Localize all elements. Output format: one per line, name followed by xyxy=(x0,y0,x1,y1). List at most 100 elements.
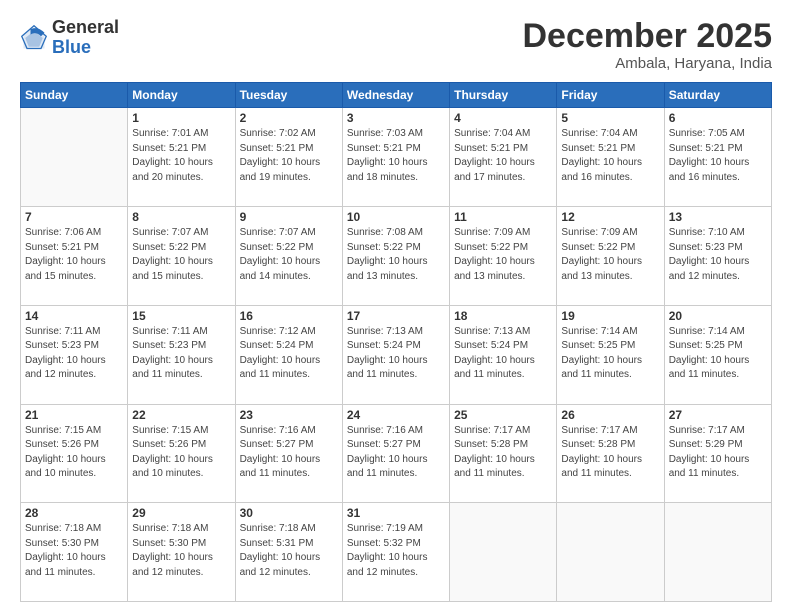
day-info: Sunrise: 7:16 AMSunset: 5:27 PMDaylight:… xyxy=(240,424,338,482)
day-number: 8 xyxy=(132,210,230,224)
day-info: Sunrise: 7:11 AMSunset: 5:23 PMDaylight:… xyxy=(25,325,123,383)
table-row: 7Sunrise: 7:06 AMSunset: 5:21 PMDaylight… xyxy=(21,207,128,306)
day-info: Sunrise: 7:06 AMSunset: 5:21 PMDaylight:… xyxy=(25,226,123,284)
day-number: 2 xyxy=(240,111,338,125)
day-number: 3 xyxy=(347,111,445,125)
day-number: 18 xyxy=(454,309,552,323)
day-info: Sunrise: 7:17 AMSunset: 5:29 PMDaylight:… xyxy=(669,424,767,482)
location: Ambala, Haryana, India xyxy=(522,55,772,72)
day-info: Sunrise: 7:14 AMSunset: 5:25 PMDaylight:… xyxy=(669,325,767,383)
day-number: 29 xyxy=(132,506,230,520)
table-row: 26 Sunrise: 7:17 AMSunset: 5:28 PMDayligh… xyxy=(557,404,664,503)
day-number: 5 xyxy=(561,111,659,125)
day-info: Sunrise: 7:04 AMSunset: 5:21 PMDaylight:… xyxy=(561,127,659,185)
day-info: Sunrise: 7:15 AMSunset: 5:26 PMDaylight:… xyxy=(25,424,123,482)
table-row: 19 Sunrise: 7:14 AMSunset: 5:25 PMDayligh… xyxy=(557,305,664,404)
day-info: Sunrise: 7:13 AMSunset: 5:24 PMDaylight:… xyxy=(347,325,445,383)
day-info: Sunrise: 7:18 AMSunset: 5:30 PMDaylight:… xyxy=(132,522,230,580)
day-info: Sunrise: 7:11 AMSunset: 5:23 PMDaylight:… xyxy=(132,325,230,383)
table-row: 22 Sunrise: 7:15 AMSunset: 5:26 PMDayligh… xyxy=(128,404,235,503)
day-number: 1 xyxy=(132,111,230,125)
col-friday: Friday xyxy=(557,83,664,108)
day-info: Sunrise: 7:02 AMSunset: 5:21 PMDaylight:… xyxy=(240,127,338,185)
col-monday: Monday xyxy=(128,83,235,108)
day-info: Sunrise: 7:03 AMSunset: 5:21 PMDaylight:… xyxy=(347,127,445,185)
day-number: 12 xyxy=(561,210,659,224)
day-info: Sunrise: 7:08 AMSunset: 5:22 PMDaylight:… xyxy=(347,226,445,284)
day-number: 26 xyxy=(561,408,659,422)
day-number: 13 xyxy=(669,210,767,224)
logo-text-block: General Blue xyxy=(52,18,119,58)
logo-icon xyxy=(20,24,48,52)
col-sunday: Sunday xyxy=(21,83,128,108)
day-number: 10 xyxy=(347,210,445,224)
table-row: 21 Sunrise: 7:15 AMSunset: 5:26 PMDayligh… xyxy=(21,404,128,503)
table-row: 4 Sunrise: 7:04 AMSunset: 5:21 PMDaylight… xyxy=(450,108,557,207)
calendar-week-row: 7Sunrise: 7:06 AMSunset: 5:21 PMDaylight… xyxy=(21,207,772,306)
day-number: 28 xyxy=(25,506,123,520)
col-thursday: Thursday xyxy=(450,83,557,108)
day-info: Sunrise: 7:15 AMSunset: 5:26 PMDaylight:… xyxy=(132,424,230,482)
table-row: 28Sunrise: 7:18 AMSunset: 5:30 PMDayligh… xyxy=(21,503,128,602)
day-number: 24 xyxy=(347,408,445,422)
table-row xyxy=(664,503,771,602)
table-row: 5 Sunrise: 7:04 AMSunset: 5:21 PMDaylight… xyxy=(557,108,664,207)
day-number: 27 xyxy=(669,408,767,422)
day-number: 25 xyxy=(454,408,552,422)
day-info: Sunrise: 7:17 AMSunset: 5:28 PMDaylight:… xyxy=(561,424,659,482)
table-row: 8 Sunrise: 7:07 AMSunset: 5:22 PMDaylight… xyxy=(128,207,235,306)
day-info: Sunrise: 7:16 AMSunset: 5:27 PMDaylight:… xyxy=(347,424,445,482)
day-number: 4 xyxy=(454,111,552,125)
table-row: 23 Sunrise: 7:16 AMSunset: 5:27 PMDayligh… xyxy=(235,404,342,503)
col-saturday: Saturday xyxy=(664,83,771,108)
table-row: 9Sunrise: 7:07 AMSunset: 5:22 PMDaylight… xyxy=(235,207,342,306)
table-row: 2 Sunrise: 7:02 AMSunset: 5:21 PMDaylight… xyxy=(235,108,342,207)
table-row: 13Sunrise: 7:10 AMSunset: 5:23 PMDayligh… xyxy=(664,207,771,306)
table-row xyxy=(450,503,557,602)
table-row: 14Sunrise: 7:11 AMSunset: 5:23 PMDayligh… xyxy=(21,305,128,404)
day-number: 21 xyxy=(25,408,123,422)
col-wednesday: Wednesday xyxy=(342,83,449,108)
table-row: 30Sunrise: 7:18 AMSunset: 5:31 PMDayligh… xyxy=(235,503,342,602)
day-info: Sunrise: 7:07 AMSunset: 5:22 PMDaylight:… xyxy=(132,226,230,284)
day-info: Sunrise: 7:07 AMSunset: 5:22 PMDaylight:… xyxy=(240,226,338,284)
table-row: 10 Sunrise: 7:08 AMSunset: 5:22 PMDayligh… xyxy=(342,207,449,306)
day-info: Sunrise: 7:19 AMSunset: 5:32 PMDaylight:… xyxy=(347,522,445,580)
day-number: 23 xyxy=(240,408,338,422)
day-info: Sunrise: 7:13 AMSunset: 5:24 PMDaylight:… xyxy=(454,325,552,383)
day-info: Sunrise: 7:17 AMSunset: 5:28 PMDaylight:… xyxy=(454,424,552,482)
table-row: 11 Sunrise: 7:09 AMSunset: 5:22 PMDayligh… xyxy=(450,207,557,306)
table-row: 31 Sunrise: 7:19 AMSunset: 5:32 PMDayligh… xyxy=(342,503,449,602)
day-info: Sunrise: 7:01 AMSunset: 5:21 PMDaylight:… xyxy=(132,127,230,185)
day-info: Sunrise: 7:04 AMSunset: 5:21 PMDaylight:… xyxy=(454,127,552,185)
table-row: 25 Sunrise: 7:17 AMSunset: 5:28 PMDayligh… xyxy=(450,404,557,503)
day-number: 15 xyxy=(132,309,230,323)
table-row: 16Sunrise: 7:12 AMSunset: 5:24 PMDayligh… xyxy=(235,305,342,404)
logo: General Blue xyxy=(20,18,119,58)
day-info: Sunrise: 7:12 AMSunset: 5:24 PMDaylight:… xyxy=(240,325,338,383)
day-number: 22 xyxy=(132,408,230,422)
calendar-week-row: 28 Sunrise: 7:18 AMSunset: 5:30 PMDayligh… xyxy=(21,503,772,602)
table-row xyxy=(557,503,664,602)
calendar-week-row: 21 Sunrise: 7:15 AMSunset: 5:26 PMDayligh… xyxy=(21,404,772,503)
day-info: Sunrise: 7:09 AMSunset: 5:22 PMDaylight:… xyxy=(561,226,659,284)
calendar-week-row: 1 Sunrise: 7:01 AMSunset: 5:21 PMDaylight… xyxy=(21,108,772,207)
day-number: 6 xyxy=(669,111,767,125)
logo-blue: Blue xyxy=(52,37,91,57)
logo-general: General xyxy=(52,17,119,37)
title-block: December 2025 Ambala, Haryana, India xyxy=(522,18,772,72)
day-info: Sunrise: 7:05 AMSunset: 5:21 PMDaylight:… xyxy=(669,127,767,185)
day-number: 19 xyxy=(561,309,659,323)
calendar-header-row: Sunday Monday Tuesday Wednesday Thursday… xyxy=(21,83,772,108)
col-tuesday: Tuesday xyxy=(235,83,342,108)
day-info: Sunrise: 7:18 AMSunset: 5:31 PMDaylight:… xyxy=(240,522,338,580)
day-info: Sunrise: 7:14 AMSunset: 5:25 PMDaylight:… xyxy=(561,325,659,383)
day-info: Sunrise: 7:09 AMSunset: 5:22 PMDaylight:… xyxy=(454,226,552,284)
page: General Blue December 2025 Ambala, Harya… xyxy=(0,0,792,612)
day-number: 11 xyxy=(454,210,552,224)
table-row xyxy=(21,108,128,207)
header: General Blue December 2025 Ambala, Harya… xyxy=(20,18,772,72)
calendar-week-row: 14Sunrise: 7:11 AMSunset: 5:23 PMDayligh… xyxy=(21,305,772,404)
day-number: 31 xyxy=(347,506,445,520)
table-row: 1 Sunrise: 7:01 AMSunset: 5:21 PMDaylight… xyxy=(128,108,235,207)
